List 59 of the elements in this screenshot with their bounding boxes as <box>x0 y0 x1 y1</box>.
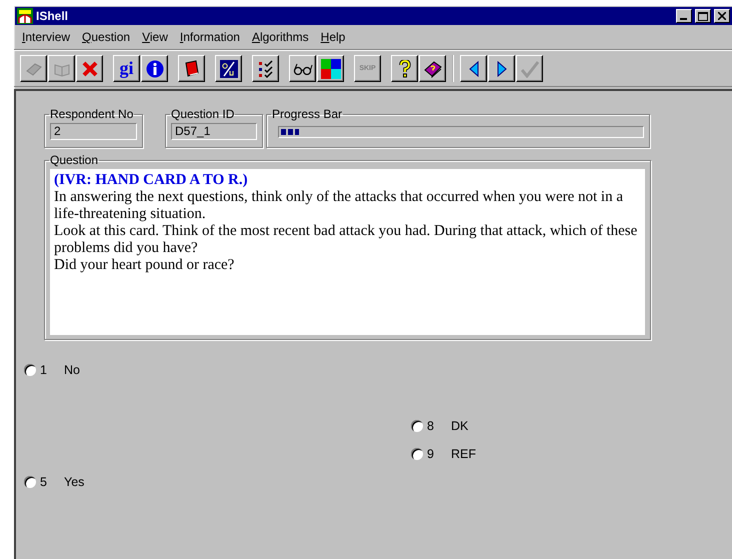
radio-button[interactable] <box>24 476 36 488</box>
answer-label[interactable]: REF <box>451 447 476 461</box>
color-squares-icon <box>320 58 340 78</box>
answer-code: 9 <box>427 447 435 461</box>
toolbar-button[interactable] <box>391 55 418 82</box>
group-label: Progress Bar <box>271 107 344 121</box>
toolbar-button[interactable] <box>76 55 103 82</box>
answer-label[interactable]: No <box>64 363 80 377</box>
toolbar-button[interactable] <box>141 55 168 82</box>
group-label: Question <box>49 153 100 167</box>
close-icon <box>718 12 726 20</box>
toolbar-button[interactable] <box>317 55 344 82</box>
book-icon <box>182 60 200 77</box>
group-label: Question ID <box>170 107 236 121</box>
close-button[interactable] <box>714 9 730 23</box>
answer-label[interactable]: Yes <box>64 475 84 489</box>
radio-button[interactable] <box>24 364 36 376</box>
left-arrow-icon <box>468 60 478 76</box>
checkmark-icon <box>520 60 538 78</box>
toolbar-button[interactable] <box>289 55 316 82</box>
info-icon <box>146 60 164 78</box>
toolbar-button[interactable]: gi <box>113 55 140 82</box>
menu-item[interactable]: Question <box>76 28 136 46</box>
toolbar-button[interactable] <box>178 55 205 82</box>
menu-item[interactable]: Algorithms <box>246 28 315 46</box>
minimize-button[interactable] <box>676 9 692 23</box>
respondent-field[interactable]: 2 <box>50 123 137 140</box>
answer-code: 5 <box>40 475 48 489</box>
checklist-icon <box>258 60 274 78</box>
glasses-icon <box>292 62 312 74</box>
interviewer-instruction: (IVR: HAND CARD A TO R.) <box>54 172 249 189</box>
book-icon <box>24 60 42 76</box>
question-text: In answering the next questions, think only of the attacks that occurred when you were not in a life-threatening situation. <box>54 189 624 223</box>
radio-button[interactable] <box>411 448 423 460</box>
right-arrow-icon <box>496 60 506 76</box>
window-title: IShell <box>36 9 68 23</box>
menu-item[interactable]: Help <box>314 28 352 46</box>
answer-label[interactable]: DK <box>451 419 468 433</box>
answer-code: 1 <box>40 363 48 377</box>
toolbar-button[interactable] <box>488 55 515 82</box>
translate-icon <box>220 60 238 78</box>
delete-icon <box>82 60 98 76</box>
maximize-button[interactable] <box>695 9 711 23</box>
menu-item[interactable]: Interview <box>16 28 76 46</box>
question-id-field[interactable]: D57_1 <box>171 123 257 140</box>
menu-item[interactable]: View <box>136 28 174 46</box>
question-text: Did your heart pound or race? <box>54 257 236 274</box>
question-text: Look at this card. Think of the most recent bad attack you had. During that attack, which of these problems did you have? <box>54 223 638 257</box>
toolbar-button[interactable] <box>419 55 446 82</box>
radio-button[interactable] <box>411 420 423 432</box>
toolbar-button[interactable] <box>252 55 279 82</box>
answer-code: 8 <box>427 419 435 433</box>
maximize-icon <box>698 12 708 20</box>
toolbar-button[interactable] <box>215 55 242 82</box>
question-mark-icon <box>398 60 410 78</box>
group-label: Respondent No <box>49 107 134 121</box>
book-icon <box>422 60 442 78</box>
toolbar-button[interactable] <box>460 55 487 82</box>
menu-item[interactable]: Information <box>174 28 246 46</box>
